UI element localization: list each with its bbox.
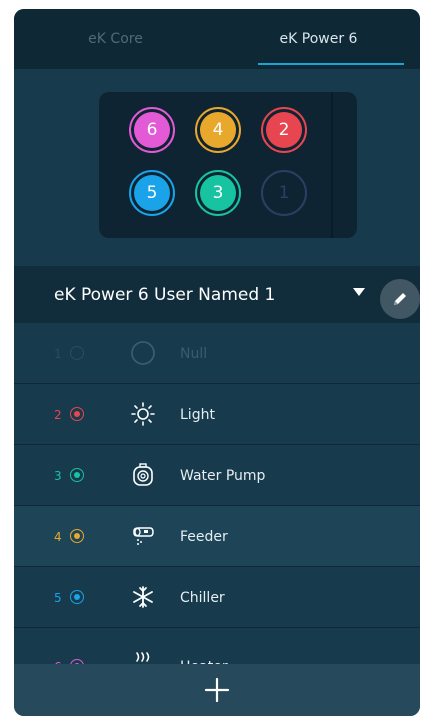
device-number: 2 [54,407,62,422]
outlet-5[interactable]: 5 [129,170,175,216]
device-label: Null [180,345,208,362]
chevron-down-icon[interactable] [353,288,365,296]
device-row-4[interactable]: 4 Feeder [14,506,420,567]
device-number: 1 [54,346,62,361]
outlet-number: 6 [146,120,158,140]
outlet-number: 3 [212,183,224,203]
app-frame: eK Core eK Power 6 6 4 2 5 3 1 eK Power … [14,9,420,716]
status-dot-icon [70,529,84,543]
status-dot-icon [70,346,84,360]
tab-ek-power-6[interactable]: eK Power 6 [217,9,420,69]
device-row-2[interactable]: 2 Light [14,384,420,445]
sun-icon [131,402,155,426]
pencil-icon [394,293,406,305]
outlet-3[interactable]: 3 [195,170,241,216]
device-number: 4 [54,529,62,544]
add-device-button[interactable] [14,664,420,716]
device-label: Chiller [180,589,225,606]
status-dot-icon [70,407,84,421]
tab-bar: eK Core eK Power 6 [14,9,420,69]
profile-title: eK Power 6 User Named 1 [54,284,276,305]
snowflake-icon [133,586,153,608]
device-row-5[interactable]: 5 Chiller [14,567,420,628]
status-dot-icon [70,590,84,604]
edit-button[interactable] [380,279,420,319]
device-row-3[interactable]: 3 Water Pump [14,445,420,506]
device-row-1[interactable]: 1 Null [14,323,420,384]
device-label: Light [180,406,215,423]
outlet-1[interactable]: 1 [261,170,307,216]
outlet-number: 2 [278,120,290,140]
outlet-panel: 6 4 2 5 3 1 [99,92,357,238]
outlet-number: 4 [212,120,224,140]
device-profile-header[interactable]: eK Power 6 User Named 1 [14,266,420,323]
status-dot-icon [70,468,84,482]
panel-divider [331,92,333,238]
outlet-number: 1 [278,183,290,203]
outlet-4[interactable]: 4 [195,107,241,153]
pump-icon [133,463,153,486]
outlet-2[interactable]: 2 [261,107,307,153]
device-label: Water Pump [180,467,266,484]
device-number: 5 [54,590,62,605]
device-label: Feeder [180,528,228,545]
outlet-6[interactable]: 6 [129,107,175,153]
outlet-number: 5 [146,183,158,203]
empty-circle-icon [131,341,155,365]
feeder-icon [133,527,154,545]
active-tab-indicator [258,63,404,65]
device-number: 3 [54,468,62,483]
tab-ek-core[interactable]: eK Core [14,9,217,69]
plus-icon [204,677,230,703]
